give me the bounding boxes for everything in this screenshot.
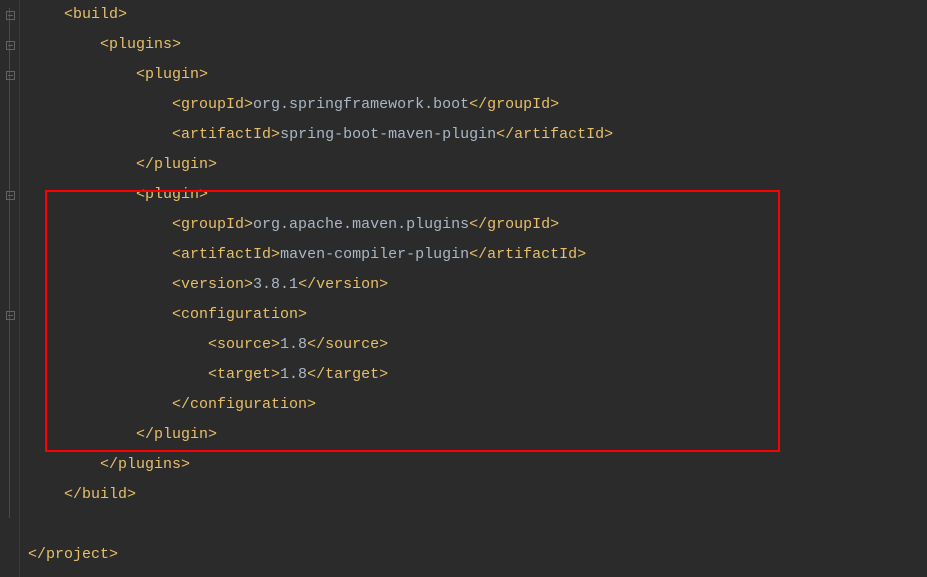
code-token-text: 1.8 bbox=[280, 336, 307, 353]
code-token-tag: </version> bbox=[298, 276, 388, 293]
code-token-text: maven-compiler-plugin bbox=[280, 246, 469, 263]
code-line[interactable]: <groupId>org.apache.maven.plugins</group… bbox=[20, 210, 927, 240]
code-line[interactable]: <version>3.8.1</version> bbox=[20, 270, 927, 300]
code-token-text: org.springframework.boot bbox=[253, 96, 469, 113]
code-line[interactable]: <groupId>org.springframework.boot</group… bbox=[20, 90, 927, 120]
code-token-tag: <version> bbox=[172, 276, 253, 293]
code-line[interactable]: </plugin> bbox=[20, 150, 927, 180]
code-token-tag: </plugin> bbox=[136, 156, 217, 173]
code-token-tag: <configuration> bbox=[172, 306, 307, 323]
code-line[interactable]: <configuration> bbox=[20, 300, 927, 330]
code-token-tag: <plugin> bbox=[136, 186, 208, 203]
code-line[interactable]: <plugins> bbox=[20, 30, 927, 60]
code-line[interactable]: <target>1.8</target> bbox=[20, 360, 927, 390]
code-token-text: spring-boot-maven-plugin bbox=[280, 126, 496, 143]
code-token-text: 3.8.1 bbox=[253, 276, 298, 293]
fold-marker-icon[interactable] bbox=[5, 10, 15, 20]
code-token-tag: </plugins> bbox=[100, 456, 190, 473]
code-line[interactable]: </plugin> bbox=[20, 420, 927, 450]
code-area[interactable]: <build> <plugins> <plugin> <groupId>org.… bbox=[20, 0, 927, 577]
code-token-tag: </project> bbox=[28, 546, 118, 563]
code-line[interactable]: </plugins> bbox=[20, 450, 927, 480]
code-token-tag: <groupId> bbox=[172, 96, 253, 113]
code-line[interactable] bbox=[20, 510, 927, 540]
code-editor[interactable]: <build> <plugins> <plugin> <groupId>org.… bbox=[0, 0, 927, 577]
code-token-tag: </groupId> bbox=[469, 216, 559, 233]
code-token-tag: <build> bbox=[64, 6, 127, 23]
code-token-tag: <groupId> bbox=[172, 216, 253, 233]
code-line[interactable]: <artifactId>maven-compiler-plugin</artif… bbox=[20, 240, 927, 270]
code-token-text: 1.8 bbox=[280, 366, 307, 383]
fold-marker-icon[interactable] bbox=[5, 310, 15, 320]
code-line[interactable]: <plugin> bbox=[20, 180, 927, 210]
code-token-tag: </artifactId> bbox=[469, 246, 586, 263]
gutter bbox=[0, 0, 20, 577]
code-token-text: org.apache.maven.plugins bbox=[253, 216, 469, 233]
code-line[interactable]: <artifactId>spring-boot-maven-plugin</ar… bbox=[20, 120, 927, 150]
code-token-tag: </plugin> bbox=[136, 426, 217, 443]
code-token-tag: <plugins> bbox=[100, 36, 181, 53]
code-line[interactable]: </configuration> bbox=[20, 390, 927, 420]
code-token-tag: </target> bbox=[307, 366, 388, 383]
code-line[interactable]: <source>1.8</source> bbox=[20, 330, 927, 360]
code-token-tag: <artifactId> bbox=[172, 246, 280, 263]
code-line[interactable]: </project> bbox=[20, 540, 927, 570]
fold-marker-icon[interactable] bbox=[5, 70, 15, 80]
code-line[interactable]: </build> bbox=[20, 480, 927, 510]
code-token-tag: <source> bbox=[208, 336, 280, 353]
code-token-tag: </artifactId> bbox=[496, 126, 613, 143]
code-token-tag: </build> bbox=[64, 486, 136, 503]
code-line[interactable]: <build> bbox=[20, 0, 927, 30]
code-token-tag: </source> bbox=[307, 336, 388, 353]
fold-marker-icon[interactable] bbox=[5, 40, 15, 50]
code-token-tag: <artifactId> bbox=[172, 126, 280, 143]
code-token-tag: </groupId> bbox=[469, 96, 559, 113]
code-token-tag: </configuration> bbox=[172, 396, 316, 413]
fold-marker-icon[interactable] bbox=[5, 190, 15, 200]
code-line[interactable]: <plugin> bbox=[20, 60, 927, 90]
code-token-tag: <target> bbox=[208, 366, 280, 383]
code-token-tag: <plugin> bbox=[136, 66, 208, 83]
